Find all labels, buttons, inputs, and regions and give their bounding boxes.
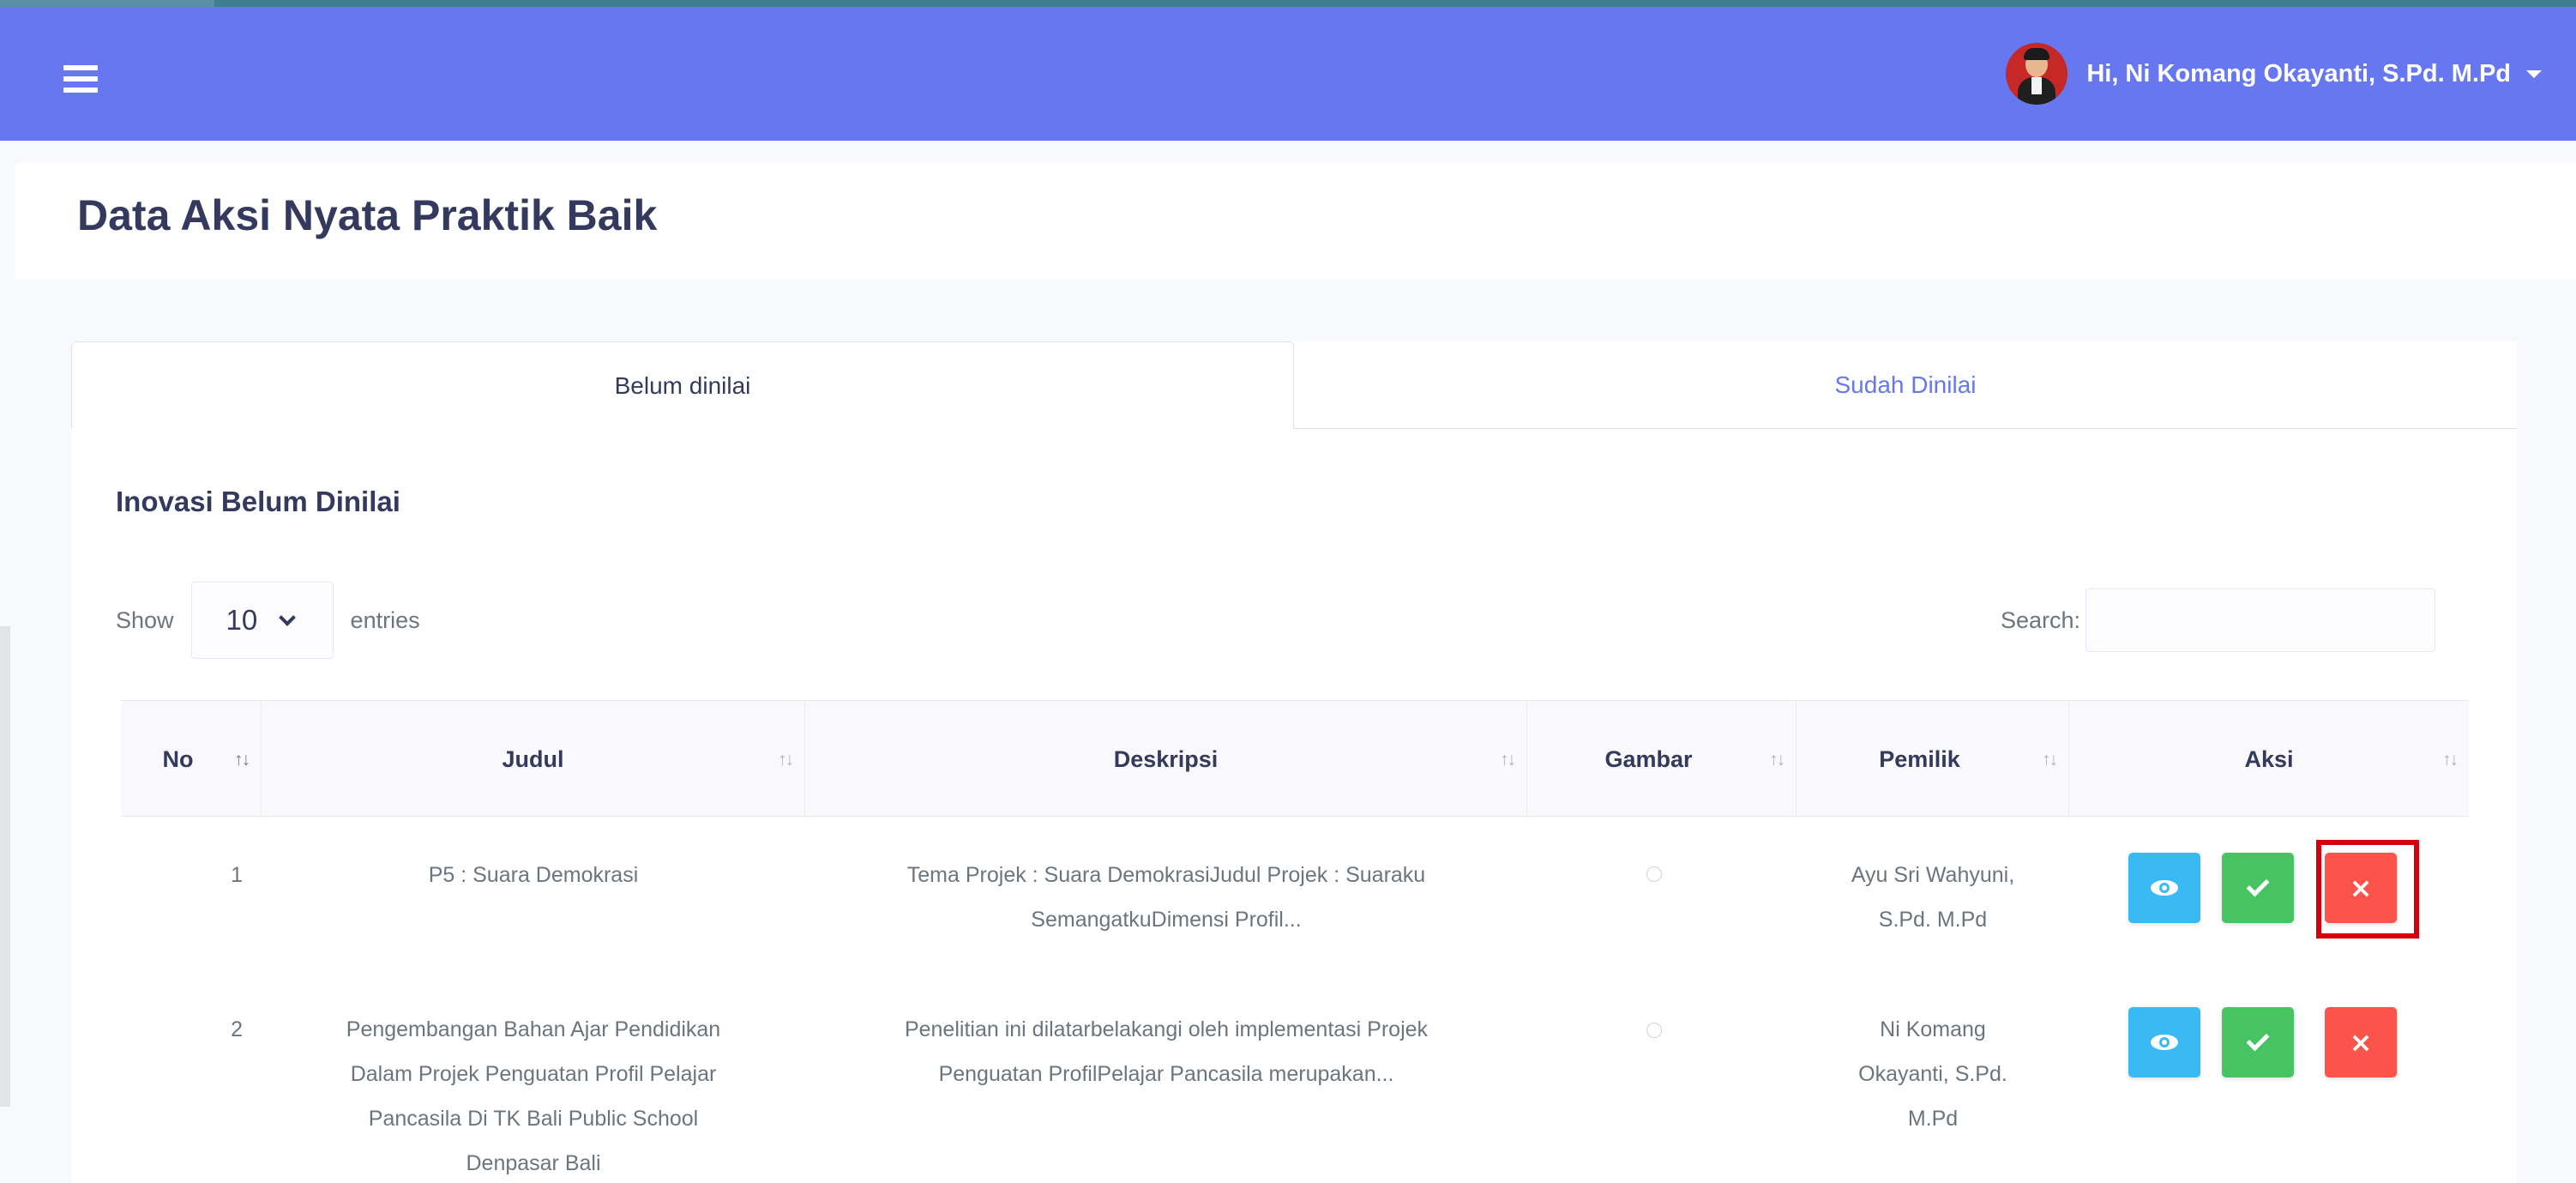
column-header-no[interactable]: No ↑↓	[121, 701, 262, 818]
user-dropdown[interactable]: Hi, Ni Komang Okayanti, S.Pd. M.Pd	[2006, 39, 2542, 108]
highlight-box	[2316, 840, 2419, 939]
tab-sudah-dinilai[interactable]: Sudah Dinilai	[1294, 341, 2517, 429]
column-header-deskripsi[interactable]: Deskripsi ↑↓	[805, 701, 1527, 818]
cell-no: 1	[231, 863, 243, 887]
sort-icon: ↑↓	[1769, 750, 1785, 770]
page-title: Data Aksi Nyata Praktik Baik	[77, 191, 658, 239]
table-header: No ↑↓ Judul ↑↓ Deskripsi ↑↓ Gambar ↑↓ Pemili…	[121, 700, 2469, 818]
cell-pemilik: Ayu Sri Wahyuni, S.Pd. M.Pd	[1851, 863, 2015, 932]
entries-select[interactable]: 10	[190, 582, 334, 659]
navbar: Hi, Ni Komang Okayanti, S.Pd. M.Pd	[0, 7, 2576, 141]
section-title: Inovasi Belum Dinilai	[116, 486, 400, 517]
search-label: Search:	[2001, 607, 2081, 633]
search-control: Search:	[2001, 588, 2436, 652]
sort-icon: ↑↓	[2042, 750, 2058, 770]
section-header: Data Aksi Nyata Praktik Baik	[15, 163, 2576, 280]
window-top-strip	[0, 0, 2576, 7]
tab-belum-dinilai[interactable]: Belum dinilai	[71, 341, 1294, 429]
entries-value: 10	[226, 604, 258, 636]
sort-icon: ↑↓	[2442, 750, 2459, 770]
cell-deskripsi: Tema Projek : Suara DemokrasiJudul Proje…	[906, 863, 1426, 932]
hamburger-menu-icon[interactable]	[63, 65, 98, 93]
column-header-gambar[interactable]: Gambar ↑↓	[1527, 701, 1797, 818]
cell-deskripsi: Penelitian ini dilatarbelakangi oleh imp…	[904, 1017, 1429, 1086]
check-icon	[2246, 873, 2270, 897]
main-card: Belum dinilai Sudah Dinilai Inovasi Belu…	[71, 341, 2517, 1183]
view-button[interactable]	[2128, 853, 2200, 923]
approve-button[interactable]	[2222, 853, 2294, 923]
entries-length-control: Show 10 entries	[116, 582, 420, 659]
delete-button[interactable]: ×	[2325, 1007, 2397, 1077]
entries-label: entries	[350, 607, 420, 633]
view-button[interactable]	[2128, 1007, 2200, 1077]
chevron-down-icon	[278, 609, 296, 626]
column-header-aksi[interactable]: Aksi ↑↓	[2069, 701, 2469, 818]
image-placeholder-icon	[1646, 1023, 1662, 1038]
eye-icon	[2151, 1035, 2178, 1050]
image-placeholder-icon	[1646, 866, 1662, 882]
left-edge	[0, 626, 10, 1107]
approve-button[interactable]	[2222, 1007, 2294, 1077]
sort-icon: ↑↓	[1500, 750, 1516, 770]
cell-judul: Pengembangan Bahan Ajar Pendidikan Dalam…	[346, 1017, 721, 1175]
user-greeting: Hi, Ni Komang Okayanti, S.Pd. M.Pd	[2086, 59, 2511, 88]
times-icon: ×	[2349, 1026, 2373, 1059]
search-input[interactable]	[2085, 588, 2436, 652]
cell-pemilik: Ni Komang Okayanti, S.Pd. M.Pd	[1858, 1017, 2007, 1131]
show-label: Show	[116, 607, 174, 633]
cell-no: 2	[231, 1017, 243, 1041]
eye-icon	[2151, 880, 2178, 896]
sort-icon: ↑↓	[778, 750, 794, 770]
cell-judul: P5 : Suara Demokrasi	[428, 863, 639, 887]
sort-icon: ↑↓	[234, 750, 250, 770]
column-header-judul[interactable]: Judul ↑↓	[262, 701, 805, 818]
avatar	[2006, 43, 2068, 105]
check-icon	[2246, 1028, 2270, 1052]
caret-down-icon	[2526, 69, 2542, 78]
column-header-pemilik[interactable]: Pemilik ↑↓	[1797, 701, 2069, 818]
